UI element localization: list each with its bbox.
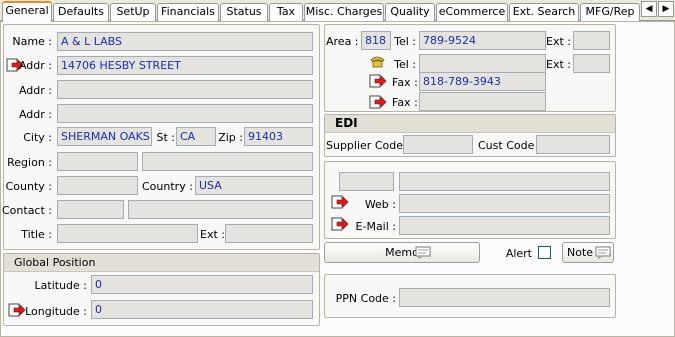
ppn-code-label: PPN Code : (335, 292, 396, 305)
tel2-field[interactable] (419, 54, 546, 73)
memo-label: Memo (385, 246, 419, 259)
supplier-code-field[interactable] (403, 135, 473, 154)
contact-label: Contact : (2, 204, 52, 217)
tab-quality[interactable]: Quality (385, 3, 435, 21)
tab-strip: General Defaults SetUp Financials Status… (0, 0, 675, 22)
tab-misc-charges[interactable]: Misc. Charges (304, 3, 384, 21)
phone-icon[interactable] (369, 54, 386, 68)
edi-header: EDI (325, 115, 615, 133)
st-field[interactable]: CA (176, 127, 216, 146)
ext-label: Ext : (200, 228, 225, 241)
ext2-label: Ext : (546, 58, 571, 71)
longitude-field[interactable]: 0 (91, 300, 313, 319)
tab-ext-search[interactable]: Ext. Search (509, 3, 579, 21)
title-field[interactable] (57, 224, 198, 243)
ppn-code-field[interactable] (399, 288, 610, 307)
addr3-label: Addr : (18, 108, 52, 121)
ext1-label: Ext : (546, 35, 571, 48)
area-field[interactable]: 818 (361, 31, 391, 50)
cust-code-field[interactable] (536, 135, 610, 154)
note-button[interactable]: Note (562, 242, 614, 263)
region-name-field[interactable] (142, 152, 313, 171)
tab-defaults[interactable]: Defaults (53, 3, 109, 21)
tab-setup[interactable]: SetUp (110, 3, 156, 21)
contact-name-field[interactable] (128, 200, 313, 219)
tab-ecommerce[interactable]: eCommerce (436, 3, 508, 21)
tel1-label: Tel : (394, 35, 416, 48)
name-label: Name : (12, 35, 52, 48)
web-desc-field[interactable] (399, 172, 610, 191)
county-field[interactable] (57, 176, 138, 195)
supplier-code-label: Supplier Code : (326, 139, 411, 152)
fax1-field[interactable]: 818-789-3943 (419, 72, 546, 91)
zip-field[interactable]: 91403 (244, 127, 313, 146)
tab-scroll-left-button[interactable]: ◀ (641, 1, 657, 17)
st-label: St : (156, 131, 176, 144)
email-arrow-icon[interactable] (331, 217, 349, 231)
email-label: E-Mail : (355, 220, 396, 233)
area-label: Area : (326, 35, 359, 48)
tab-general[interactable]: General (2, 1, 52, 22)
addr2-label: Addr : (18, 84, 52, 97)
alert-checkbox[interactable] (538, 246, 551, 259)
zip-label: Zip : (218, 131, 243, 144)
region-label: Region : (7, 156, 52, 169)
fax2-label: Fax : (392, 96, 418, 109)
fax2-field[interactable] (419, 92, 546, 111)
city-label: City : (23, 131, 52, 144)
addr1-field[interactable]: 14706 HESBY STREET (57, 56, 313, 75)
addr3-field[interactable] (57, 104, 313, 123)
tab-mfg-rep[interactable]: MFG/Rep (580, 3, 640, 21)
ext1-field[interactable] (573, 31, 610, 50)
addr2-field[interactable] (57, 80, 313, 99)
note-label: Note (567, 246, 594, 259)
memo-button[interactable]: Memo (324, 242, 480, 263)
ext2-field[interactable] (573, 54, 610, 73)
addr-label: Addr : (18, 59, 52, 72)
tab-scroll-right-button[interactable]: ▶ (658, 1, 674, 17)
fax2-arrow-icon[interactable] (369, 95, 387, 109)
city-field[interactable]: SHERMAN OAKS (57, 127, 152, 146)
fax1-label: Fax : (392, 76, 418, 89)
memo-note-icon (415, 246, 431, 259)
web-arrow-icon[interactable] (331, 195, 349, 209)
tab-status[interactable]: Status (220, 3, 268, 21)
name-field[interactable]: A & L LABS (57, 32, 313, 51)
tab-financials[interactable]: Financials (157, 3, 219, 21)
latitude-field[interactable]: 0 (91, 275, 313, 294)
county-label: County : (5, 180, 52, 193)
latitude-label: Latitude : (34, 279, 87, 292)
title-label: Title : (21, 228, 52, 241)
cust-code-label: Cust Code : (478, 139, 542, 152)
global-position-header: Global Position (4, 254, 319, 272)
contact-code-field[interactable] (57, 200, 124, 219)
web-label: Web : (364, 198, 396, 211)
tab-tax[interactable]: Tax (269, 3, 303, 21)
web-field[interactable] (399, 194, 610, 213)
tel1-field[interactable]: 789-9524 (419, 31, 546, 50)
email-field[interactable] (399, 216, 610, 235)
longitude-label: Longitude : (25, 305, 87, 318)
country-field[interactable]: USA (195, 176, 313, 195)
fax1-arrow-icon[interactable] (369, 74, 387, 88)
ext-field[interactable] (225, 224, 313, 243)
region-code-field[interactable] (57, 152, 138, 171)
country-label: Country : (142, 180, 193, 193)
web-code-field[interactable] (339, 172, 394, 191)
tel2-label: Tel : (394, 58, 416, 71)
note-note-icon (595, 246, 611, 259)
alert-label: Alert (505, 247, 532, 260)
